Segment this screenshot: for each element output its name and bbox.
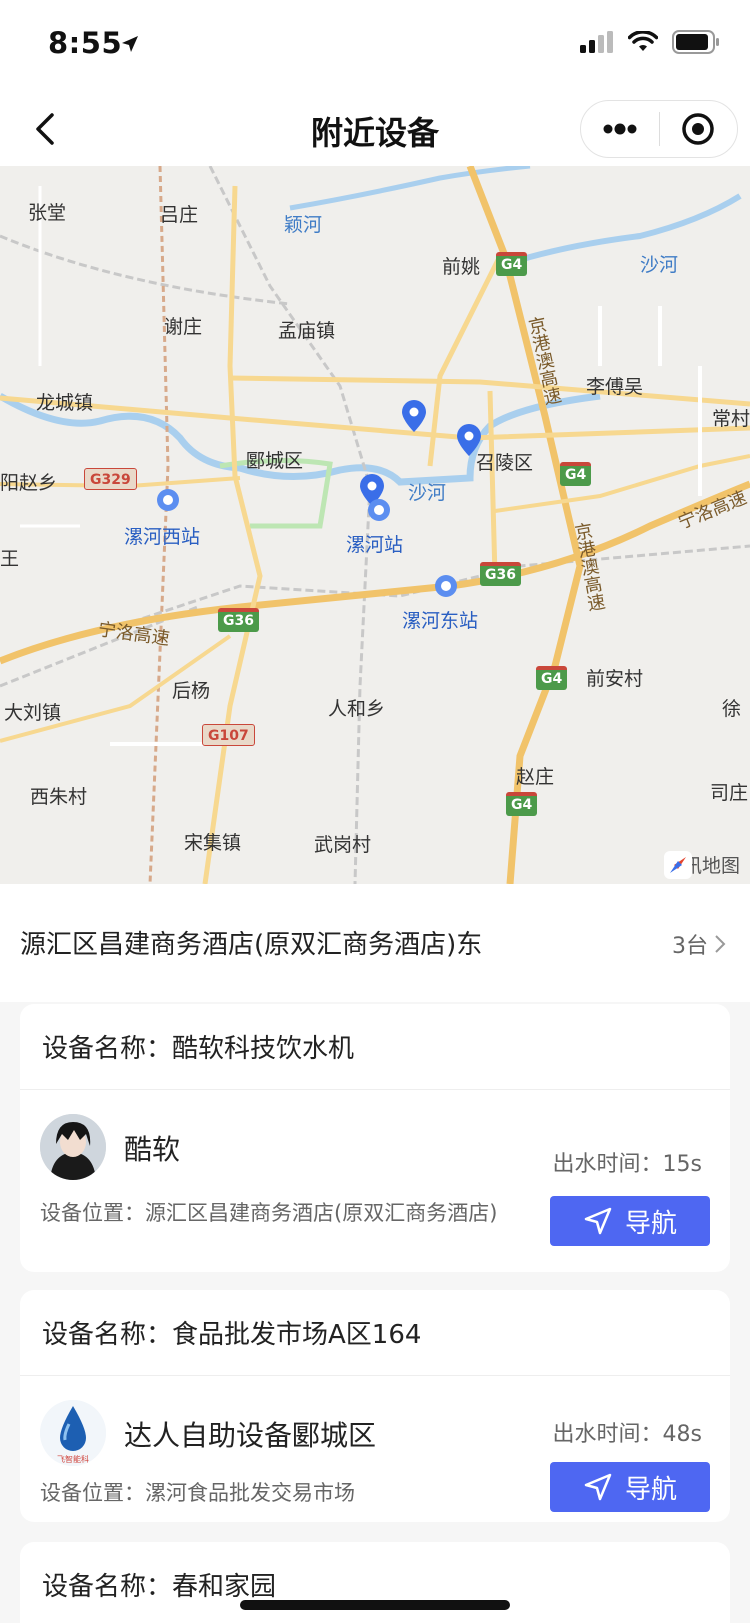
map-label: 张堂 xyxy=(28,202,67,224)
device-count-text: 3台 xyxy=(672,934,708,959)
map-label: 西朱村 xyxy=(30,786,88,808)
navigation-arrow-icon xyxy=(584,1207,612,1235)
compass-logo-icon xyxy=(663,851,692,879)
device-card[interactable]: 设备名称：春和家园 xyxy=(20,1542,730,1623)
road-badge: G36 xyxy=(480,562,521,586)
device-card[interactable]: 设备名称：酷软科技饮水机 酷软 出水时间：15s 设备位置：源汇区昌建商务酒店(… xyxy=(20,1004,730,1272)
map-label: 宋集镇 xyxy=(184,832,242,854)
water-time: 出水时间：15s xyxy=(552,1152,702,1177)
map-label: 漯河站 xyxy=(346,534,404,556)
device-name: 设备名称：春和家园 xyxy=(20,1542,730,1623)
navigate-label: 导航 xyxy=(624,1208,677,1239)
map-label: 召陵区 xyxy=(476,452,534,474)
avatar: 飞智能科 xyxy=(40,1400,106,1466)
water-drop-logo-icon: 飞智能科 xyxy=(40,1400,106,1466)
map-label: 人和乡 xyxy=(328,698,386,720)
map-label: 前姚 xyxy=(442,256,481,278)
road-badge: G4 xyxy=(506,792,538,816)
location-arrow-icon xyxy=(122,36,138,52)
map-label: 吕庄 xyxy=(160,204,199,226)
map-label: 漯河西站 xyxy=(124,526,201,548)
owner-name: 达人自助设备郾城区 xyxy=(124,1419,377,1452)
map-label: 徐 xyxy=(722,698,742,720)
mini-program-capsule xyxy=(580,100,738,158)
nav-bar: 附近设备 xyxy=(0,92,750,166)
map-label: 前安村 xyxy=(586,668,644,690)
map-label: 武岗村 xyxy=(314,834,372,856)
status-time: 8:55 xyxy=(48,26,123,60)
navigate-label: 导航 xyxy=(624,1474,677,1505)
map-label: 常村 xyxy=(712,408,750,430)
device-name: 设备名称：酷软科技饮水机 xyxy=(20,1004,730,1090)
close-button[interactable] xyxy=(660,101,738,157)
map-label: 司庄 xyxy=(710,782,749,804)
status-bar: 8:55 xyxy=(0,0,750,92)
avatar xyxy=(40,1114,106,1180)
device-card[interactable]: 设备名称：食品批发市场A区164 飞智能科 达人自助设备郾城区 出水时间：48s… xyxy=(20,1290,730,1522)
map-label: 李傅吴 xyxy=(586,376,644,398)
battery-icon xyxy=(672,30,719,54)
map-pin[interactable] xyxy=(402,400,426,432)
navigate-button[interactable]: 导航 xyxy=(550,1462,710,1512)
more-button[interactable] xyxy=(581,101,659,157)
anime-avatar-icon xyxy=(40,1114,106,1180)
device-count[interactable]: 3台 xyxy=(672,928,726,960)
map-label: 孟庙镇 xyxy=(278,320,336,342)
map-label: 后杨 xyxy=(172,680,211,702)
map-label: 谢庄 xyxy=(164,316,203,338)
map-label: 郾城区 xyxy=(246,450,304,472)
tencent-map-logo: 腾讯地图 xyxy=(663,851,740,879)
map-roads xyxy=(0,166,750,884)
road-badge: G4 xyxy=(560,462,592,486)
svg-text:飞智能科: 飞智能科 xyxy=(57,1454,89,1464)
map-label: 颖河 xyxy=(284,214,323,236)
location-name: 源汇区昌建商务酒店(原双汇商务酒店)东 xyxy=(20,930,483,960)
navigation-arrow-icon xyxy=(584,1473,612,1501)
map-label: 龙城镇 xyxy=(36,392,94,414)
wifi-icon xyxy=(628,31,658,51)
target-circle-icon xyxy=(682,113,714,145)
road-badge: G329 xyxy=(84,468,137,490)
map-label: 赵庄 xyxy=(516,766,555,788)
map-label: 漯河东站 xyxy=(402,610,479,632)
location-header[interactable]: 源汇区昌建商务酒店(原双汇商务酒店)东 3台 xyxy=(0,884,750,1002)
device-address: 设备位置：漯河食品批发交易市场 xyxy=(40,1481,355,1505)
device-name: 设备名称：食品批发市场A区164 xyxy=(20,1290,730,1376)
map-label: 大刘镇 xyxy=(4,702,62,724)
map-view[interactable]: 张堂 吕庄 颖河 前姚 沙河 谢庄 孟庙镇 京港澳高速 李傅吴 常村 龙城镇 郾… xyxy=(0,166,750,884)
road-badge: G4 xyxy=(496,252,528,276)
road-badge: G4 xyxy=(536,666,568,690)
navigate-button[interactable]: 导航 xyxy=(550,1196,710,1246)
map-label: 王 xyxy=(0,548,20,570)
map-label: 沙河 xyxy=(408,482,447,504)
road-badge: G36 xyxy=(218,608,259,632)
more-dots-icon xyxy=(603,123,637,135)
owner-name: 酷软 xyxy=(124,1133,181,1166)
signal-icon xyxy=(580,31,613,53)
water-time: 出水时间：48s xyxy=(552,1422,702,1447)
road-badge: G107 xyxy=(202,724,255,746)
home-indicator xyxy=(240,1600,510,1610)
device-address: 设备位置：源汇区昌建商务酒店(原双汇商务酒店) xyxy=(40,1201,498,1225)
chevron-right-icon xyxy=(715,935,726,953)
map-label: 沙河 xyxy=(640,254,679,276)
map-label: 阳赵乡 xyxy=(0,472,58,494)
